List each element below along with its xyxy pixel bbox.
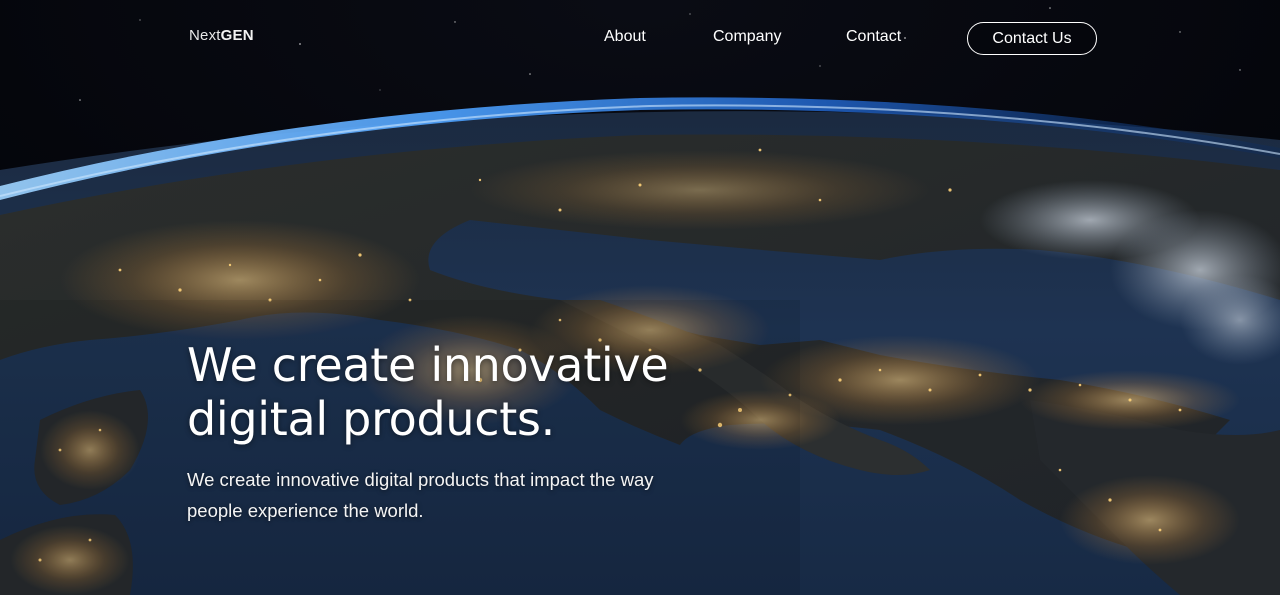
top-navbar: NextGEN About Company Contact Contact Us <box>0 0 1280 76</box>
hero-headline-line1: We create innovative <box>187 338 669 392</box>
nav-link-about[interactable]: About <box>604 28 646 46</box>
nav-link-contact[interactable]: Contact <box>846 28 901 46</box>
contact-us-button[interactable]: Contact Us <box>967 22 1097 55</box>
brand-logo-bold: GEN <box>220 27 254 44</box>
brand-logo[interactable]: NextGEN <box>189 27 254 44</box>
nav-link-company[interactable]: Company <box>713 28 781 46</box>
hero-subtext: We create innovative digital products th… <box>187 464 707 526</box>
hero-headline-line2: digital products. <box>187 392 555 446</box>
hero-headline: We create innovative digital products. <box>187 338 747 446</box>
hero-subtext-line2: people experience the world. <box>187 500 424 521</box>
hero-section: NextGEN About Company Contact Contact Us… <box>0 0 1280 595</box>
brand-logo-light: Next <box>189 27 221 44</box>
hero-subtext-line1: We create innovative digital products th… <box>187 469 654 490</box>
